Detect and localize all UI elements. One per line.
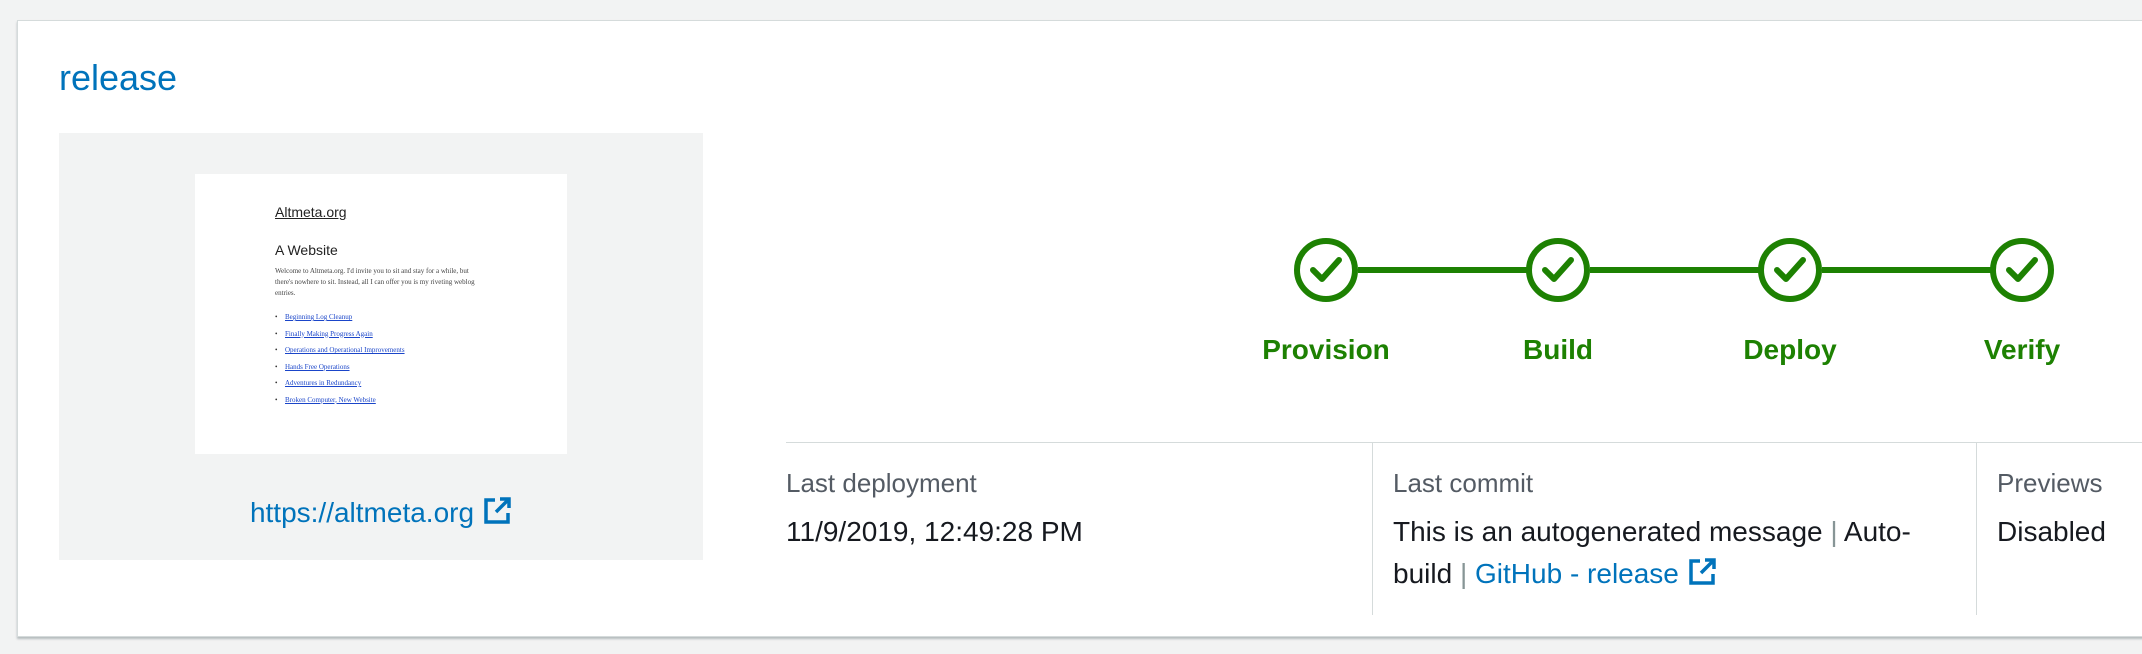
- site-url-text: https://altmeta.org: [249, 497, 475, 528]
- github-commit-link[interactable]: GitHub - release: [1475, 558, 1717, 589]
- check-icon: [2006, 257, 2038, 282]
- step-build-label: Build: [1523, 334, 1593, 365]
- github-commit-link-text: GitHub - release: [1475, 558, 1679, 589]
- step-verify-status: [1990, 238, 2054, 302]
- step-verify-label: Verify: [1983, 334, 2061, 365]
- thumbnail-body-text: Welcome to Altmeta.org. I'd invite you t…: [275, 267, 475, 297]
- check-icon: [1542, 257, 1574, 282]
- last-deployment-value: 11/9/2019, 12:49:28 PM: [786, 516, 1083, 547]
- last-deployment-label: Last deployment: [786, 468, 977, 498]
- thumbnail-post: Finally Making Progress Again: [275, 326, 567, 343]
- branch-title-link[interactable]: release: [59, 57, 177, 99]
- separator: |: [1459, 558, 1468, 589]
- step-provision-status: [1294, 238, 1358, 302]
- site-url-link[interactable]: https://altmeta.org: [59, 496, 703, 533]
- check-icon: [1774, 257, 1806, 282]
- thumbnail-post: Hands Free Operations: [275, 359, 567, 376]
- pipeline-connector: [1358, 267, 1533, 273]
- last-commit-column: Last commit This is an autogenerated mes…: [1372, 443, 1976, 615]
- site-screenshot-thumbnail: Altmeta.org A Website Welcome to Altmeta…: [195, 174, 567, 454]
- deployment-details: Last deployment 11/9/2019, 12:49:28 PM L…: [786, 442, 2142, 615]
- external-link-icon: [482, 496, 512, 533]
- previews-column: Previews Disabled: [1976, 443, 2142, 615]
- step-provision-label: Provision: [1262, 334, 1390, 365]
- last-commit-value: This is an autogenerated message | Auto-…: [1393, 511, 1976, 599]
- step-deploy-label: Deploy: [1743, 334, 1837, 365]
- pipeline-connector: [1590, 267, 1765, 273]
- site-preview-panel: Altmeta.org A Website Welcome to Altmeta…: [59, 133, 703, 560]
- external-link-icon: [1687, 557, 1717, 599]
- thumbnail-heading: A Website: [275, 242, 338, 258]
- thumbnail-post: Beginning Log Cleanup: [275, 309, 567, 326]
- thumbnail-post: Adventures in Redundancy: [275, 375, 567, 392]
- commit-source-part2: build: [1393, 558, 1453, 589]
- last-deployment-column: Last deployment 11/9/2019, 12:49:28 PM: [786, 443, 1372, 615]
- thumbnail-post-list: Beginning Log Cleanup Finally Making Pro…: [275, 309, 567, 408]
- branch-card: release Altmeta.org A Website Welcome to…: [17, 20, 2142, 637]
- commit-message: This is an autogenerated message: [1393, 516, 1823, 547]
- thumbnail-post: Operations and Operational Improvements: [275, 342, 567, 359]
- thumbnail-site-name: Altmeta.org: [275, 204, 347, 220]
- step-deploy-status: [1758, 238, 1822, 302]
- step-build-status: [1526, 238, 1590, 302]
- check-icon: [1310, 257, 1342, 282]
- commit-source-part1: Auto-: [1843, 516, 1911, 547]
- previews-label: Previews: [1997, 468, 2103, 498]
- separator: |: [1830, 516, 1838, 547]
- last-commit-label: Last commit: [1393, 468, 1534, 498]
- pipeline-connector: [1822, 267, 1997, 273]
- previews-value: Disabled: [1997, 516, 2106, 547]
- thumbnail-post: Broken Computer, New Website: [275, 392, 567, 409]
